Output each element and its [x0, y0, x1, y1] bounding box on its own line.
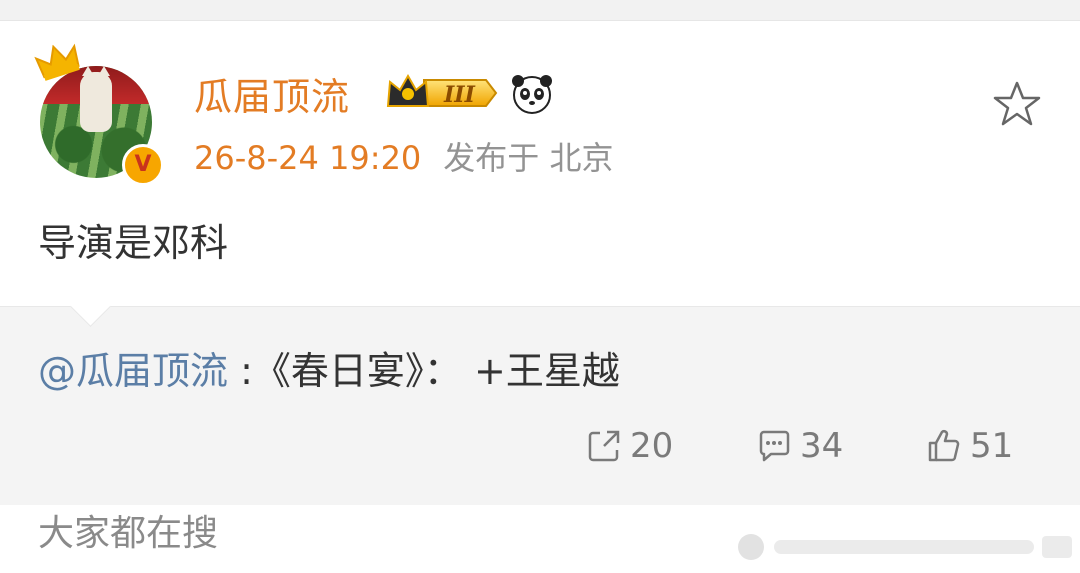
- top-spacer: [0, 0, 1080, 20]
- avatar[interactable]: V: [34, 43, 166, 186]
- post-location: 发布于 北京: [443, 139, 614, 177]
- level-text: III: [443, 82, 476, 108]
- divider: [0, 20, 1080, 21]
- repost-count: 20: [630, 426, 674, 466]
- like-icon: [928, 430, 960, 462]
- watermark-logo: [738, 534, 1072, 560]
- like-button[interactable]: 51: [926, 424, 1013, 468]
- repost-button[interactable]: 20: [586, 424, 673, 468]
- trending-label: 大家都在搜: [38, 513, 219, 554]
- comment-button[interactable]: 34: [756, 424, 843, 468]
- comment-icon: [759, 430, 790, 462]
- vip-v-icon: V: [122, 144, 164, 186]
- avatar-cat: [80, 66, 112, 132]
- repost-text: @瓜届顶流 :《春日宴》： +王星越: [38, 348, 620, 394]
- repost-separator: :: [228, 349, 253, 393]
- like-count: 51: [970, 426, 1014, 466]
- comment-count: 34: [800, 426, 844, 466]
- repost-icon: [588, 430, 620, 462]
- level-crown-icon: III: [386, 73, 498, 108]
- panda-icon: [512, 75, 552, 114]
- username[interactable]: 瓜届顶流: [194, 74, 350, 120]
- post-meta: 26-8-24 19:20 发布于 北京: [194, 138, 613, 178]
- repost-body: 《春日宴》： +王星越: [252, 349, 620, 393]
- repost-card[interactable]: [0, 306, 1080, 505]
- post-content: 导演是邓科: [38, 221, 229, 265]
- star-icon[interactable]: [992, 80, 1042, 128]
- post-timestamp: 26-8-24 19:20: [194, 139, 422, 177]
- repost-mention[interactable]: @瓜届顶流: [38, 349, 228, 393]
